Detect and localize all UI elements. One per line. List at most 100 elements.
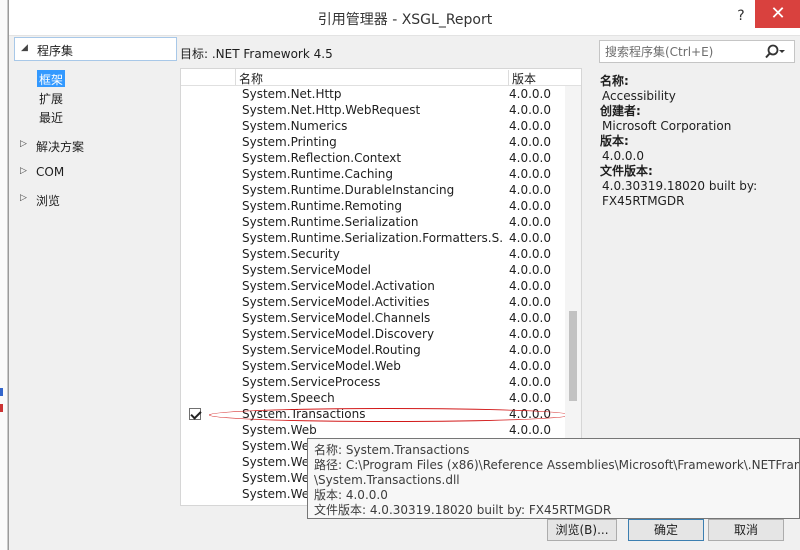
list-row[interactable]: System.Web 4.0.0.0	[181, 422, 581, 438]
detail-file-version-label: 文件版本:	[600, 164, 653, 178]
navigation-pane: ◢ 程序集 框架 扩展 最近 ▷ 解决方案 ▷ COM ▷ 浏览	[9, 36, 179, 506]
row-assembly-name: System.Runtime.Serialization.Formatters.…	[242, 231, 504, 245]
nav-assemblies-label: 程序集	[37, 44, 74, 58]
row-assembly-name: System.Security	[242, 247, 340, 261]
nav-com[interactable]: ▷ COM	[14, 161, 177, 185]
ok-button[interactable]: 确定	[628, 519, 704, 541]
row-assembly-version: 4.0.0.0	[509, 119, 551, 133]
row-assembly-version: 4.0.0.0	[509, 215, 551, 229]
row-assembly-version: 4.0.0.0	[509, 199, 551, 213]
list-row[interactable]: System.Runtime.Serialization 4.0.0.0	[181, 214, 581, 230]
row-assembly-name: System.ServiceModel.Discovery	[242, 327, 435, 341]
row-assembly-name: System.ServiceModel.Channels	[242, 311, 431, 325]
list-row[interactable]: System.Runtime.Serialization.Formatters.…	[181, 230, 581, 246]
list-row[interactable]: System.Net.Http 4.0.0.0	[181, 86, 581, 102]
background-mark	[0, 388, 3, 396]
row-assembly-version: 4.0.0.0	[509, 103, 551, 117]
row-assembly-version: 4.0.0.0	[509, 247, 551, 261]
nav-browse-label: 浏览	[36, 194, 61, 208]
row-assembly-name: System.Transactions	[242, 407, 366, 421]
list-row[interactable]: System.Security 4.0.0.0	[181, 246, 581, 262]
row-assembly-version: 4.0.0.0	[509, 183, 551, 197]
assembly-tooltip: 名称: System.Transactions 路径: C:\Program F…	[307, 438, 800, 519]
row-assembly-name: System.Runtime.Caching	[242, 167, 393, 181]
tooltip-path-cont: \System.Transactions.dll	[314, 473, 460, 487]
row-assembly-name: System.Runtime.Remoting	[242, 199, 402, 213]
tooltip-name: 名称: System.Transactions	[314, 443, 470, 457]
nav-item-recent[interactable]: 最近	[37, 108, 65, 125]
row-checkbox[interactable]	[189, 408, 201, 420]
scrollbar-thumb[interactable]	[569, 311, 577, 401]
list-row[interactable]: System.Runtime.DurableInstancing 4.0.0.0	[181, 182, 581, 198]
list-row[interactable]: System.Reflection.Context 4.0.0.0	[181, 150, 581, 166]
nav-browse[interactable]: ▷ 浏览	[14, 188, 177, 212]
detail-name-value: Accessibility	[602, 89, 676, 103]
list-row[interactable]: System.ServiceProcess 4.0.0.0	[181, 374, 581, 390]
nav-item-extensions[interactable]: 扩展	[37, 89, 65, 106]
search-icon[interactable]	[764, 43, 786, 61]
close-button[interactable]: ✕	[755, 0, 800, 28]
browse-button[interactable]: 浏览(B)...	[547, 519, 617, 541]
row-assembly-name: System.Runtime.DurableInstancing	[242, 183, 455, 197]
search-box	[599, 40, 795, 63]
column-header-version[interactable]: 版本	[508, 70, 536, 86]
list-row[interactable]: System.Runtime.Caching 4.0.0.0	[181, 166, 581, 182]
expanded-arrow-icon: ◢	[21, 43, 28, 53]
list-row[interactable]: System.ServiceModel.Activities 4.0.0.0	[181, 294, 581, 310]
collapsed-arrow-icon: ▷	[20, 193, 27, 203]
row-assembly-version: 4.0.0.0	[509, 295, 551, 309]
detail-creator-label: 创建者:	[600, 104, 641, 118]
row-assembly-name: System.ServiceProcess	[242, 375, 381, 389]
row-assembly-version: 4.0.0.0	[509, 375, 551, 389]
row-assembly-version: 4.0.0.0	[509, 231, 551, 245]
row-assembly-version: 4.0.0.0	[509, 423, 551, 437]
row-assembly-name: System.ServiceModel	[242, 263, 371, 277]
nav-item-framework[interactable]: 框架	[37, 70, 66, 87]
nav-solution[interactable]: ▷ 解决方案	[14, 134, 177, 158]
row-assembly-version: 4.0.0.0	[509, 311, 551, 325]
list-row[interactable]: System.ServiceModel 4.0.0.0	[181, 262, 581, 278]
list-row[interactable]: System.ServiceModel.Activation 4.0.0.0	[181, 278, 581, 294]
row-assembly-version: 4.0.0.0	[509, 359, 551, 373]
detail-creator-value: Microsoft Corporation	[602, 119, 732, 133]
row-assembly-version: 4.0.0.0	[509, 343, 551, 357]
row-assembly-name: System.Runtime.Serialization	[242, 215, 419, 229]
target-framework-label: 目标: .NET Framework 4.5	[180, 47, 333, 61]
list-row[interactable]: System.Numerics 4.0.0.0	[181, 118, 581, 134]
collapsed-arrow-icon: ▷	[20, 139, 27, 149]
row-assembly-name: System.ServiceModel.Activities	[242, 295, 430, 309]
list-header: 名称 版本	[181, 69, 581, 86]
list-row[interactable]: System.ServiceModel.Discovery 4.0.0.0	[181, 326, 581, 342]
row-assembly-name: System.Printing	[242, 135, 337, 149]
list-row[interactable]: System.ServiceModel.Web 4.0.0.0	[181, 358, 581, 374]
help-button[interactable]: ?	[731, 6, 751, 26]
row-assembly-version: 4.0.0.0	[509, 167, 551, 181]
search-input[interactable]	[600, 41, 760, 62]
row-assembly-name: System.Net.Http	[242, 87, 342, 101]
cancel-button[interactable]: 取消	[708, 519, 784, 541]
row-assembly-version: 4.0.0.0	[509, 327, 551, 341]
background-mark	[0, 404, 3, 412]
list-row[interactable]: System.Runtime.Remoting 4.0.0.0	[181, 198, 581, 214]
tooltip-file-version: 文件版本: 4.0.30319.18020 built by: FX45RTMG…	[314, 503, 612, 517]
nav-com-label: COM	[36, 165, 65, 179]
list-row[interactable]: System.ServiceModel.Channels 4.0.0.0	[181, 310, 581, 326]
list-row[interactable]: System.ServiceModel.Routing 4.0.0.0	[181, 342, 581, 358]
detail-version-label: 版本:	[600, 134, 629, 148]
row-assembly-version: 4.0.0.0	[509, 87, 551, 101]
list-row[interactable]: System.Transactions 4.0.0.0	[181, 406, 581, 422]
detail-file-version-value: 4.0.30319.18020 built by:	[602, 179, 758, 193]
list-row[interactable]: System.Net.Http.WebRequest 4.0.0.0	[181, 102, 581, 118]
row-assembly-version: 4.0.0.0	[509, 279, 551, 293]
row-assembly-name: System.Numerics	[242, 119, 348, 133]
nav-assemblies[interactable]: ◢ 程序集	[14, 37, 177, 61]
column-header-name[interactable]: 名称	[239, 70, 263, 87]
nav-solution-label: 解决方案	[36, 140, 85, 154]
details-pane: 名称: Accessibility 创建者: Microsoft Corpora…	[600, 74, 800, 209]
list-row[interactable]: System.Printing 4.0.0.0	[181, 134, 581, 150]
row-assembly-version: 4.0.0.0	[509, 391, 551, 405]
detail-version-value: 4.0.0.0	[602, 149, 644, 163]
row-assembly-version: 4.0.0.0	[509, 135, 551, 149]
list-row[interactable]: System.Speech 4.0.0.0	[181, 390, 581, 406]
title-bar[interactable]: 引用管理器 - XSGL_Report ? ✕	[9, 0, 800, 36]
